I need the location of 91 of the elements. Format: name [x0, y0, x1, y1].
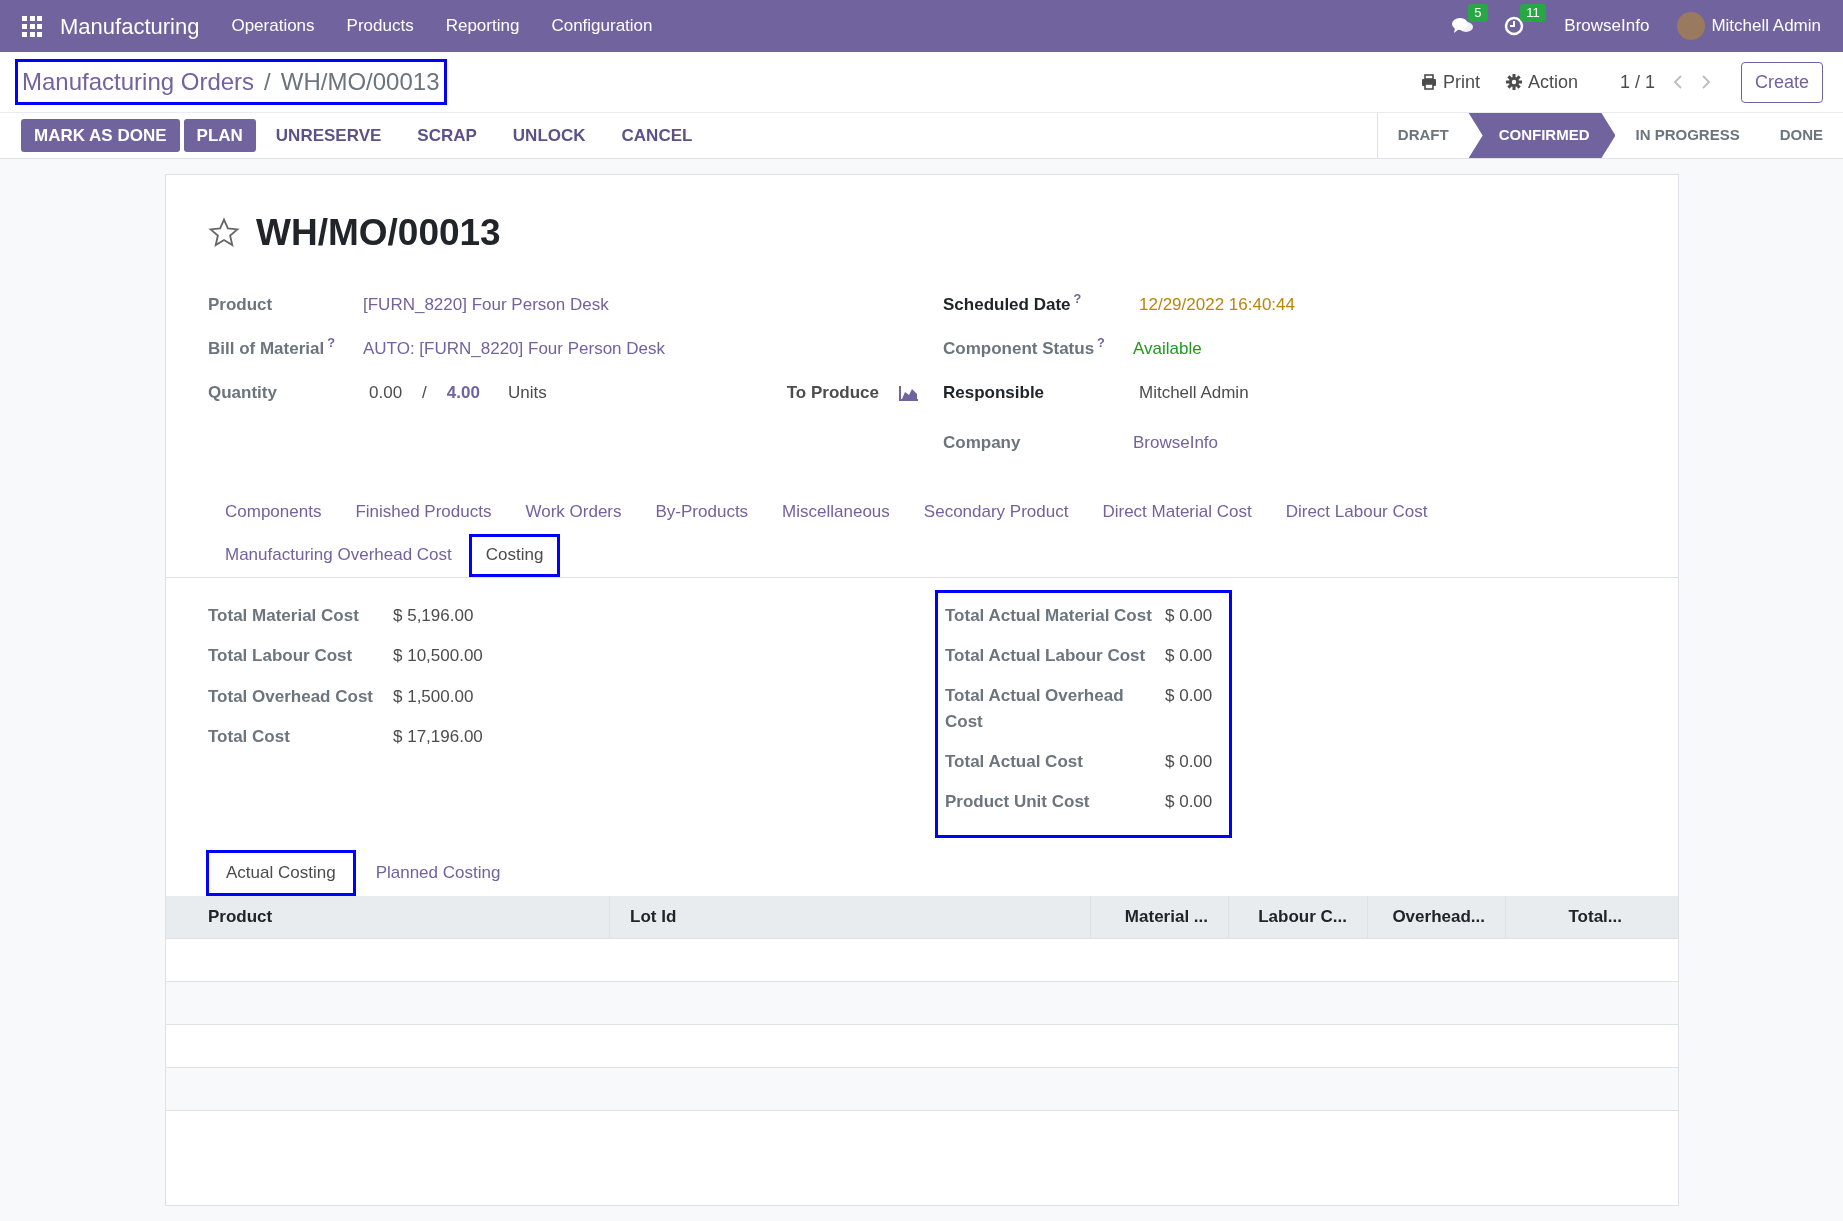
quantity-produced: 0.00 [369, 381, 403, 404]
status-step[interactable]: CONFIRMED [1468, 113, 1616, 158]
unit-of-measure: Units [507, 381, 547, 404]
clock-icon[interactable] [1504, 16, 1525, 36]
to-produce-label: To Produce [786, 381, 879, 404]
field-label: Company [943, 432, 1021, 452]
star-icon[interactable] [208, 216, 240, 249]
tab[interactable]: Direct Material Cost [1085, 490, 1269, 534]
breadcrumb-link[interactable]: Manufacturing Orders [22, 64, 255, 100]
tab[interactable]: Work Orders [508, 490, 639, 534]
cost-label: Total Actual Labour Cost [945, 644, 1147, 667]
tab[interactable]: By-Products [638, 490, 766, 534]
area-chart-icon[interactable] [899, 384, 919, 401]
tab[interactable]: Finished Products [338, 490, 509, 534]
tab[interactable]: Actual Costing [206, 849, 356, 896]
column-header[interactable]: Lot Id [609, 895, 1090, 938]
menu-item[interactable]: Reporting [445, 13, 520, 39]
menu-item[interactable]: Operations [231, 13, 315, 39]
cost-label: Product Unit Cost [945, 790, 1091, 813]
status-step[interactable]: DONE [1759, 113, 1843, 158]
field-label: Product [208, 294, 273, 314]
field-label: Bill of Material [208, 338, 325, 358]
cost-label: Total Labour Cost [208, 645, 354, 667]
chat-icon[interactable] [1452, 16, 1475, 36]
cost-label: Total Cost [208, 726, 291, 748]
cost-value: $ 0.00 [1165, 644, 1213, 667]
action-button[interactable]: UNRESERVE [259, 119, 398, 152]
tab[interactable]: Costing [468, 533, 561, 577]
tab[interactable]: Miscellaneous [765, 490, 907, 534]
action-button[interactable]: Action [1505, 68, 1578, 96]
field-label: Component Status [943, 338, 1095, 358]
field-label: Quantity [208, 382, 277, 402]
cost-value: $ 10,500.00 [393, 645, 483, 667]
apps-menu-icon[interactable] [22, 16, 42, 36]
scheduled-date-value: 12/29/2022 16:40:44 [1139, 293, 1295, 316]
column-header[interactable]: Labour C... [1228, 895, 1367, 938]
field-label: Responsible [943, 382, 1045, 402]
field-label: Scheduled Date [943, 294, 1071, 314]
tab[interactable]: Direct Labour Cost [1268, 490, 1445, 534]
cost-value: $ 0.00 [1165, 750, 1213, 773]
app-name[interactable]: Manufacturing [60, 9, 200, 43]
quantity-total[interactable]: 4.00 [446, 379, 480, 406]
message-count-badge: 5 [1468, 4, 1488, 22]
column-header[interactable]: Overhead... [1367, 895, 1505, 938]
action-button[interactable]: PLAN [183, 119, 256, 152]
menu-item[interactable]: Products [346, 13, 414, 39]
help-tooltip-icon[interactable]: ? [1097, 335, 1105, 351]
product-link[interactable]: [FURN_8220] Four Person Desk [363, 291, 609, 318]
bom-link[interactable]: AUTO: [FURN_8220] Four Person Desk [363, 335, 665, 362]
activity-count-badge: 11 [1520, 4, 1546, 22]
pager-value: 1 / 1 [1619, 70, 1655, 94]
tab[interactable]: Planned Costing [355, 849, 521, 896]
cost-label: Total Actual Material Cost [945, 604, 1153, 627]
breadcrumb-separator: / [264, 67, 271, 97]
cost-value: $ 0.00 [1165, 790, 1213, 813]
component-status-value: Available [1133, 337, 1202, 360]
status-step[interactable]: DRAFT [1377, 113, 1469, 158]
cost-label: Total Overhead Cost [208, 685, 374, 708]
print-button[interactable]: Print [1420, 68, 1480, 96]
help-tooltip-icon[interactable]: ? [327, 335, 335, 351]
cost-label: Total Actual Cost [945, 750, 1084, 773]
column-header[interactable]: Material ... [1090, 895, 1228, 938]
help-tooltip-icon[interactable]: ? [1073, 291, 1082, 307]
cost-label: Total Actual Overhead Cost [945, 684, 1125, 733]
company-switcher[interactable]: BrowseInfo [1564, 13, 1650, 39]
company-link[interactable]: BrowseInfo [1133, 429, 1219, 456]
column-header[interactable]: Product [166, 895, 609, 938]
tab[interactable]: Components [208, 490, 339, 534]
cost-value: $ 0.00 [1165, 604, 1213, 627]
column-header[interactable]: Total... [1505, 895, 1642, 938]
menu-item[interactable]: Configuration [551, 13, 653, 39]
user-menu[interactable]: Mitchell Admin [1711, 13, 1821, 39]
tab[interactable]: Manufacturing Overhead Cost [208, 533, 469, 577]
cost-value: $ 1,500.00 [393, 685, 474, 708]
action-button[interactable]: UNLOCK [496, 119, 602, 152]
cost-label: Total Material Cost [208, 604, 360, 627]
breadcrumb-current: WH/MO/00013 [280, 67, 440, 97]
record-title: WH/MO/00013 [256, 211, 501, 255]
status-step[interactable]: IN PROGRESS [1615, 113, 1760, 158]
create-button[interactable]: Create [1740, 61, 1823, 103]
responsible-value: Mitchell Admin [1139, 381, 1249, 404]
cost-value: $ 17,196.00 [393, 726, 483, 748]
gear-icon [1505, 74, 1522, 90]
tab[interactable]: Secondary Product [906, 490, 1086, 534]
cost-value: $ 0.00 [1165, 684, 1213, 707]
printer-icon [1420, 74, 1437, 90]
action-button[interactable]: SCRAP [401, 119, 493, 152]
action-button[interactable]: CANCEL [605, 119, 709, 152]
quantity-separator: / [422, 381, 427, 404]
action-button[interactable]: MARK AS DONE [21, 119, 180, 152]
cost-value: $ 5,196.00 [393, 604, 474, 627]
